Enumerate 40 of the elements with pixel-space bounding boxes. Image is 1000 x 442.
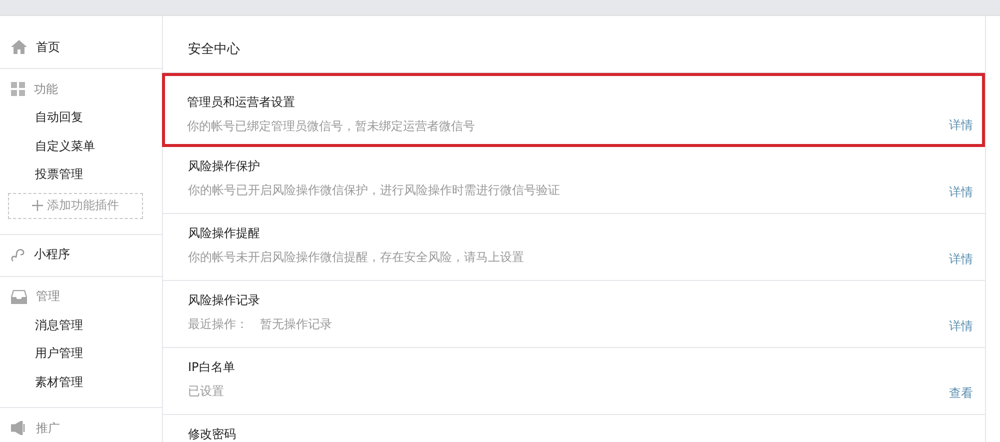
- setting-title: 管理员和运营者设置: [187, 94, 296, 111]
- details-link[interactable]: 详情: [949, 250, 973, 268]
- sidebar-heading[interactable]: 管理: [0, 286, 162, 306]
- sidebar-item[interactable]: 自定义菜单: [0, 132, 162, 160]
- sidebar-item[interactable]: 用户管理: [0, 339, 162, 368]
- megaphone-icon: [11, 421, 27, 435]
- sidebar-heading[interactable]: 功能: [0, 79, 162, 99]
- sidebar-heading-label: 推广: [36, 420, 60, 436]
- sidebar-heading-label: 管理: [36, 288, 60, 305]
- home-icon: [11, 40, 27, 54]
- sidebar-heading[interactable]: 推广: [0, 418, 162, 438]
- plus-icon: [32, 200, 43, 211]
- grid-icon: [11, 82, 25, 96]
- details-link[interactable]: 查看: [949, 384, 973, 402]
- sidebar-item[interactable]: 素材管理: [0, 368, 162, 396]
- setting-description: 你的帐号已绑定管理员微信号，暂未绑定运营者微信号: [187, 118, 475, 135]
- setting-description: 你的帐号未开启风险操作微信提醒，存在安全风险，请马上设置: [188, 249, 524, 266]
- setting-title: 风险操作保护: [188, 158, 261, 175]
- sidebar-heading-label: 首页: [36, 38, 60, 56]
- sidebar-item[interactable]: 消息管理: [0, 310, 162, 339]
- page-title: 安全中心: [163, 16, 985, 73]
- setting-title: 风险操作提醒: [188, 225, 261, 242]
- setting-description: 最近操作： 暂无操作记录: [188, 316, 332, 333]
- add-plugin-button[interactable]: 添加功能插件: [8, 192, 143, 218]
- sidebar-heading-label: 小程序: [34, 246, 70, 263]
- setting-title: IP白名单: [188, 359, 235, 376]
- details-link[interactable]: 详情: [949, 183, 973, 201]
- setting-description: 已设置: [188, 383, 225, 400]
- sidebar-item[interactable]: 自动回复: [0, 103, 162, 132]
- sidebar-heading[interactable]: 首页: [0, 37, 162, 57]
- setting-title: 风险操作记录: [188, 292, 261, 309]
- link-icon: [11, 248, 25, 262]
- setting-description: 你的帐号已开启风险操作微信保护，进行风险操作时需进行微信号验证: [188, 182, 560, 199]
- sidebar-heading-label: 功能: [34, 80, 58, 98]
- details-link[interactable]: 详情: [949, 317, 973, 335]
- inbox-icon: [11, 290, 27, 304]
- details-link[interactable]: 详情: [949, 116, 973, 134]
- setting-title: 修改密码: [188, 426, 236, 442]
- sidebar-item[interactable]: 投票管理: [0, 160, 162, 188]
- sidebar-heading[interactable]: 小程序: [0, 244, 162, 264]
